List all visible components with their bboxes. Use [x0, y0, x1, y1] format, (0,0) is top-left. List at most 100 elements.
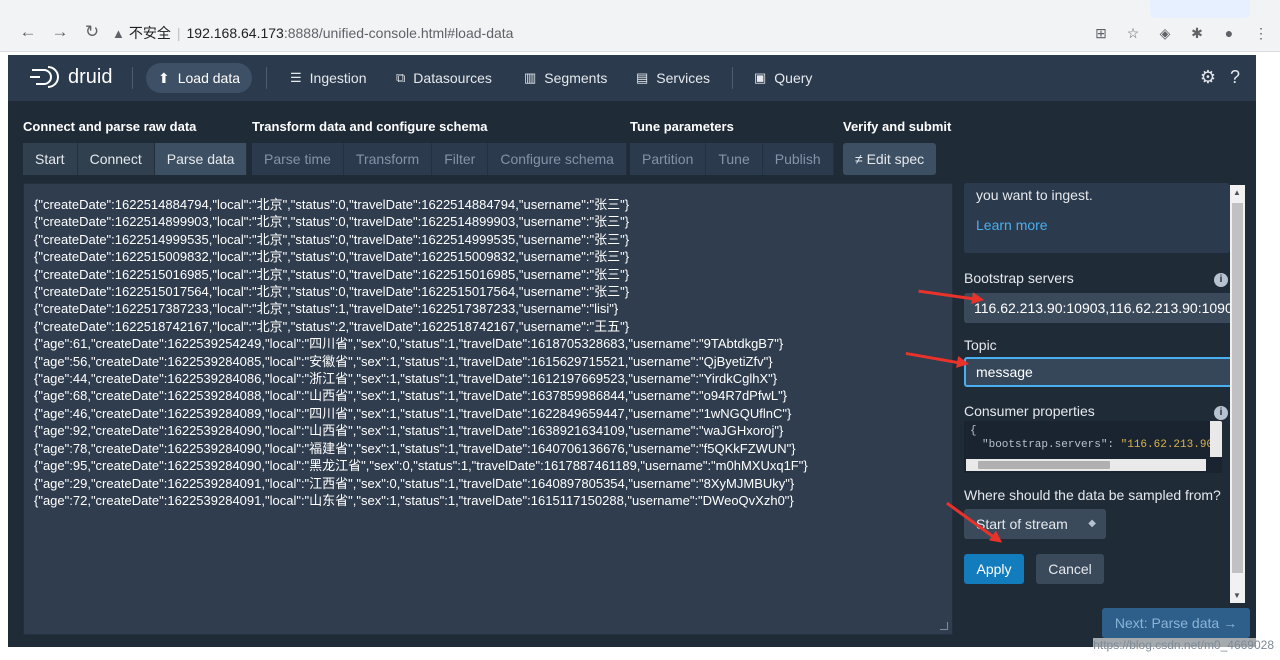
code-brace: { — [970, 425, 977, 437]
nav-services-label: Services — [656, 70, 710, 86]
load-data-button[interactable]: ⬆ Load data — [146, 63, 253, 93]
resize-handle[interactable] — [940, 622, 948, 630]
sample-line: {"age":78,"createDate":1622539284090,"lo… — [34, 440, 796, 456]
next-parse-data-button[interactable]: Next: Parse data → — [1102, 608, 1250, 638]
star-icon[interactable]: ☆ — [1122, 22, 1144, 44]
step-row: Start Connect Parse data — [23, 143, 248, 175]
scrollbar-thumb[interactable] — [978, 461, 1110, 469]
druid-logo[interactable]: druid — [28, 65, 112, 89]
ingestion-icon: ☰ — [290, 70, 302, 85]
nav-ingestion[interactable]: ☰ Ingestion — [290, 63, 366, 93]
scrollbar-thumb[interactable] — [1232, 203, 1243, 573]
sample-line: {"createDate":1622514899903,"local":"北京"… — [34, 214, 630, 230]
browser-toolbar: ← → ↻ ▲ 不安全 | 192.168.64.173:8888/unified-c… — [0, 0, 1280, 52]
step-parse-time[interactable]: Parse time — [252, 143, 344, 175]
raw-data-preview[interactable]: {"createDate":1622514884794,"local":"北京"… — [23, 183, 953, 635]
nav-segments[interactable]: ▥ Segments — [524, 63, 607, 93]
scroll-down-icon[interactable]: ▼ — [1233, 591, 1241, 600]
consumer-properties-editor[interactable]: { "bootstrap.servers": "116.62.213.90: — [964, 421, 1222, 473]
scroll-up-icon[interactable]: ▲ — [1233, 188, 1241, 197]
sample-line: {"age":92,"createDate":1622539284090,"lo… — [34, 423, 784, 439]
services-icon: ▤ — [636, 70, 649, 85]
editor-horizontal-scrollbar[interactable] — [966, 459, 1206, 471]
bootstrap-servers-label: Bootstrap servers — [964, 270, 1074, 286]
step-row: Partition Tune Publish — [630, 143, 834, 175]
step-transform[interactable]: Transform — [343, 143, 433, 175]
header-divider — [266, 67, 267, 89]
url-host: 192.168.64.173 — [186, 25, 284, 41]
help-icon[interactable]: ? — [1230, 67, 1240, 88]
step-connect[interactable]: Connect — [77, 143, 155, 175]
sample-line: {"age":95,"createDate":1622539284090,"lo… — [34, 458, 808, 474]
back-icon[interactable]: ← — [18, 22, 38, 42]
nav-segments-label: Segments — [544, 70, 608, 86]
connect-settings-panel: you want to ingest. Learn more Bootstrap… — [964, 183, 1232, 603]
header-divider — [132, 67, 133, 89]
datasources-icon: ⧉ — [396, 70, 406, 85]
nav-query[interactable]: ▣ Query — [754, 63, 812, 93]
sample-line: {"age":72,"createDate":1622539284091,"lo… — [34, 492, 794, 508]
info-icon[interactable]: i — [1214, 273, 1228, 287]
step-group-verify: Verify and submit ≠ Edit spec — [843, 119, 951, 175]
editor-vertical-scrollbar[interactable] — [1210, 421, 1222, 457]
edit-spec-icon: ≠ — [855, 151, 863, 167]
topic-label: Topic — [964, 337, 997, 353]
url-path: :8888/unified-console.html#load-data — [283, 25, 514, 41]
header-divider — [732, 67, 733, 89]
panel-scrollbar[interactable]: ▲ ▼ — [1230, 185, 1245, 603]
step-filter[interactable]: Filter — [432, 143, 489, 175]
edit-spec-button[interactable]: ≠ Edit spec — [843, 143, 937, 175]
step-group-tune: Tune parameters Partition Tune Publish — [630, 119, 834, 175]
step-group-title: Transform data and configure schema — [252, 119, 488, 134]
settings-icon[interactable]: ⚙ — [1200, 67, 1216, 88]
code-value: "116.62.213.90: — [1120, 439, 1220, 451]
step-configure-schema[interactable]: Configure schema — [488, 143, 627, 175]
topic-input[interactable]: message — [964, 357, 1232, 387]
puzzle-icon[interactable]: ✱ — [1186, 22, 1208, 44]
forward-icon[interactable]: → — [50, 22, 70, 42]
cloud-upload-icon: ⬆ — [158, 69, 170, 86]
cancel-button[interactable]: Cancel — [1036, 554, 1104, 584]
callout-text: you want to ingest. — [976, 187, 1093, 203]
bootstrap-servers-input[interactable]: 116.62.213.90:10903,116.62.213.90:10904 — [964, 293, 1232, 323]
insecure-label: 不安全 — [128, 25, 171, 41]
reload-icon[interactable]: ↻ — [82, 22, 102, 42]
sample-line: {"age":56,"createDate":1622539284085,"lo… — [34, 353, 773, 369]
nav-datasources[interactable]: ⧉ Datasources — [396, 63, 492, 93]
sample-from-value: Start of stream — [976, 516, 1068, 532]
sample-lines: {"createDate":1622514884794,"local":"北京"… — [34, 196, 942, 509]
double-caret-icon: ◆ — [1088, 518, 1096, 529]
step-group-transform: Transform data and configure schema Pars… — [252, 119, 627, 175]
step-publish[interactable]: Publish — [762, 143, 834, 175]
sample-line: {"createDate":1622517387233,"local":"北京"… — [34, 301, 619, 317]
query-icon: ▣ — [754, 70, 767, 85]
step-group-title: Verify and submit — [843, 119, 952, 134]
sample-from-select[interactable]: Start of stream ◆ — [964, 509, 1106, 539]
apply-button[interactable]: Apply — [964, 554, 1024, 584]
nav-services[interactable]: ▤ Services — [636, 63, 710, 93]
sample-from-label: Where should the data be sampled from? — [964, 487, 1221, 503]
sample-line: {"createDate":1622515009832,"local":"北京"… — [34, 249, 630, 265]
step-start[interactable]: Start — [23, 143, 78, 175]
info-callout: you want to ingest. Learn more — [964, 183, 1230, 253]
address-bar[interactable]: ▲ 不安全 | 192.168.64.173:8888/unified-console… — [112, 20, 1072, 46]
step-parse-data[interactable]: Parse data — [154, 143, 248, 175]
sample-line: {"createDate":1622518742167,"local":"北京"… — [34, 318, 630, 334]
profile-icon[interactable]: ● — [1218, 22, 1240, 44]
step-tune[interactable]: Tune — [706, 143, 763, 175]
watermark: https://blog.csdn.net/m0_4669028 — [1093, 638, 1274, 652]
sample-line: {"createDate":1622515017564,"local":"北京"… — [34, 284, 630, 300]
menu-icon[interactable]: ⋮ — [1250, 22, 1272, 44]
code-line: "bootstrap.servers": "116.62.213.90: — [982, 439, 1220, 451]
step-group-connect: Connect and parse raw data Start Connect… — [23, 119, 248, 175]
translate-icon[interactable]: ⊞ — [1090, 22, 1112, 44]
learn-more-link[interactable]: Learn more — [976, 217, 1218, 233]
edit-spec-label: Edit spec — [866, 151, 925, 167]
druid-header: druid ⬆ Load data ☰ Ingestion ⧉ Datasour… — [8, 55, 1256, 101]
step-partition[interactable]: Partition — [630, 143, 707, 175]
code-key: "bootstrap.servers" — [982, 439, 1108, 451]
info-icon[interactable]: i — [1214, 406, 1228, 420]
druid-logo-icon — [30, 66, 59, 88]
extension-icon[interactable]: ◈ — [1154, 22, 1176, 44]
sample-line: {"createDate":1622514999535,"local":"北京"… — [34, 231, 630, 247]
